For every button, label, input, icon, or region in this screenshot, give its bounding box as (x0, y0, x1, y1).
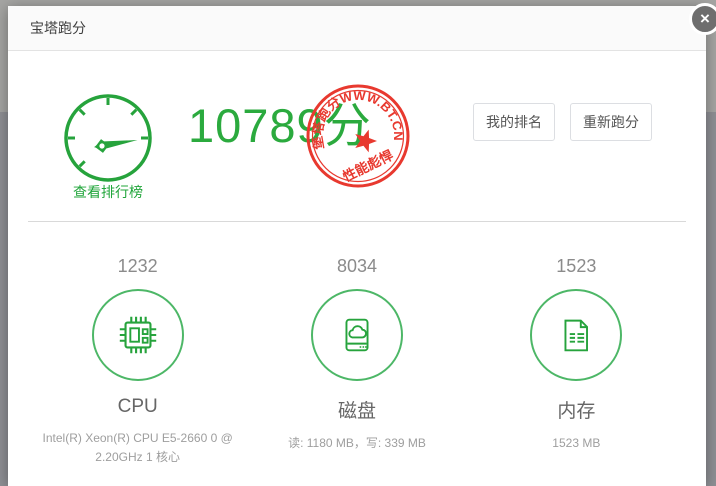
memory-description: 1523 MB (552, 436, 601, 450)
view-leaderboard-link[interactable]: 查看排行榜 (38, 182, 178, 202)
disk-stat-column: 8034 磁盘 读: 1180 MB，写: 339 MB (247, 256, 466, 466)
disk-drive-icon (334, 312, 380, 358)
bt-seal-stamp-icon: 堡塔跑分WWW.BT.CN 性能彪悍 (304, 82, 412, 190)
disk-circle (310, 289, 403, 381)
memory-score: 1523 (556, 256, 597, 276)
cpu-score: 1232 (117, 256, 158, 276)
my-rank-button[interactable]: 我的排名 (473, 103, 555, 141)
memory-label: 内存 (557, 401, 596, 422)
dialog-titlebar: 宝塔跑分 (8, 6, 706, 51)
cpu-description: Intel(R) Xeon(R) CPU E5-2660 0 @ 2.20GHz… (42, 431, 233, 464)
screen: 宝塔跑分 查看排行榜 10789分 堡塔跑分WWW.BT.CN 性能彪悍 我的排… (0, 0, 716, 486)
cpu-label: CPU (117, 396, 158, 417)
memory-circle (530, 289, 623, 381)
cpu-stat-column: 1232 CPU Intel(R) Xeon(R) CPU E5-2660 0 … (28, 256, 247, 466)
gauge-icon[interactable] (56, 86, 160, 190)
memory-document-icon (553, 312, 599, 358)
dialog-title: 宝塔跑分 (30, 20, 86, 36)
rerun-benchmark-button[interactable]: 重新跑分 (570, 103, 652, 141)
memory-stat-column: 1523 内存 1523 MB (467, 256, 686, 466)
close-icon[interactable]: × (689, 3, 716, 35)
section-divider (28, 221, 686, 222)
disk-description: 读: 1180 MB，写: 339 MB (288, 436, 426, 450)
disk-score: 8034 (336, 256, 378, 276)
stamp-star-icon (355, 129, 377, 153)
stamp-slogan: 性能彪悍 (340, 146, 396, 184)
disk-label: 磁盘 (337, 401, 376, 422)
cpu-chip-icon (115, 312, 161, 358)
benchmark-dialog: 宝塔跑分 查看排行榜 10789分 堡塔跑分WWW.BT.CN 性能彪悍 我的排… (8, 3, 716, 486)
stats-row: 1232 CPU Intel(R) Xeon(R) CPU E5-2660 0 … (8, 256, 706, 466)
cpu-circle (91, 289, 184, 381)
